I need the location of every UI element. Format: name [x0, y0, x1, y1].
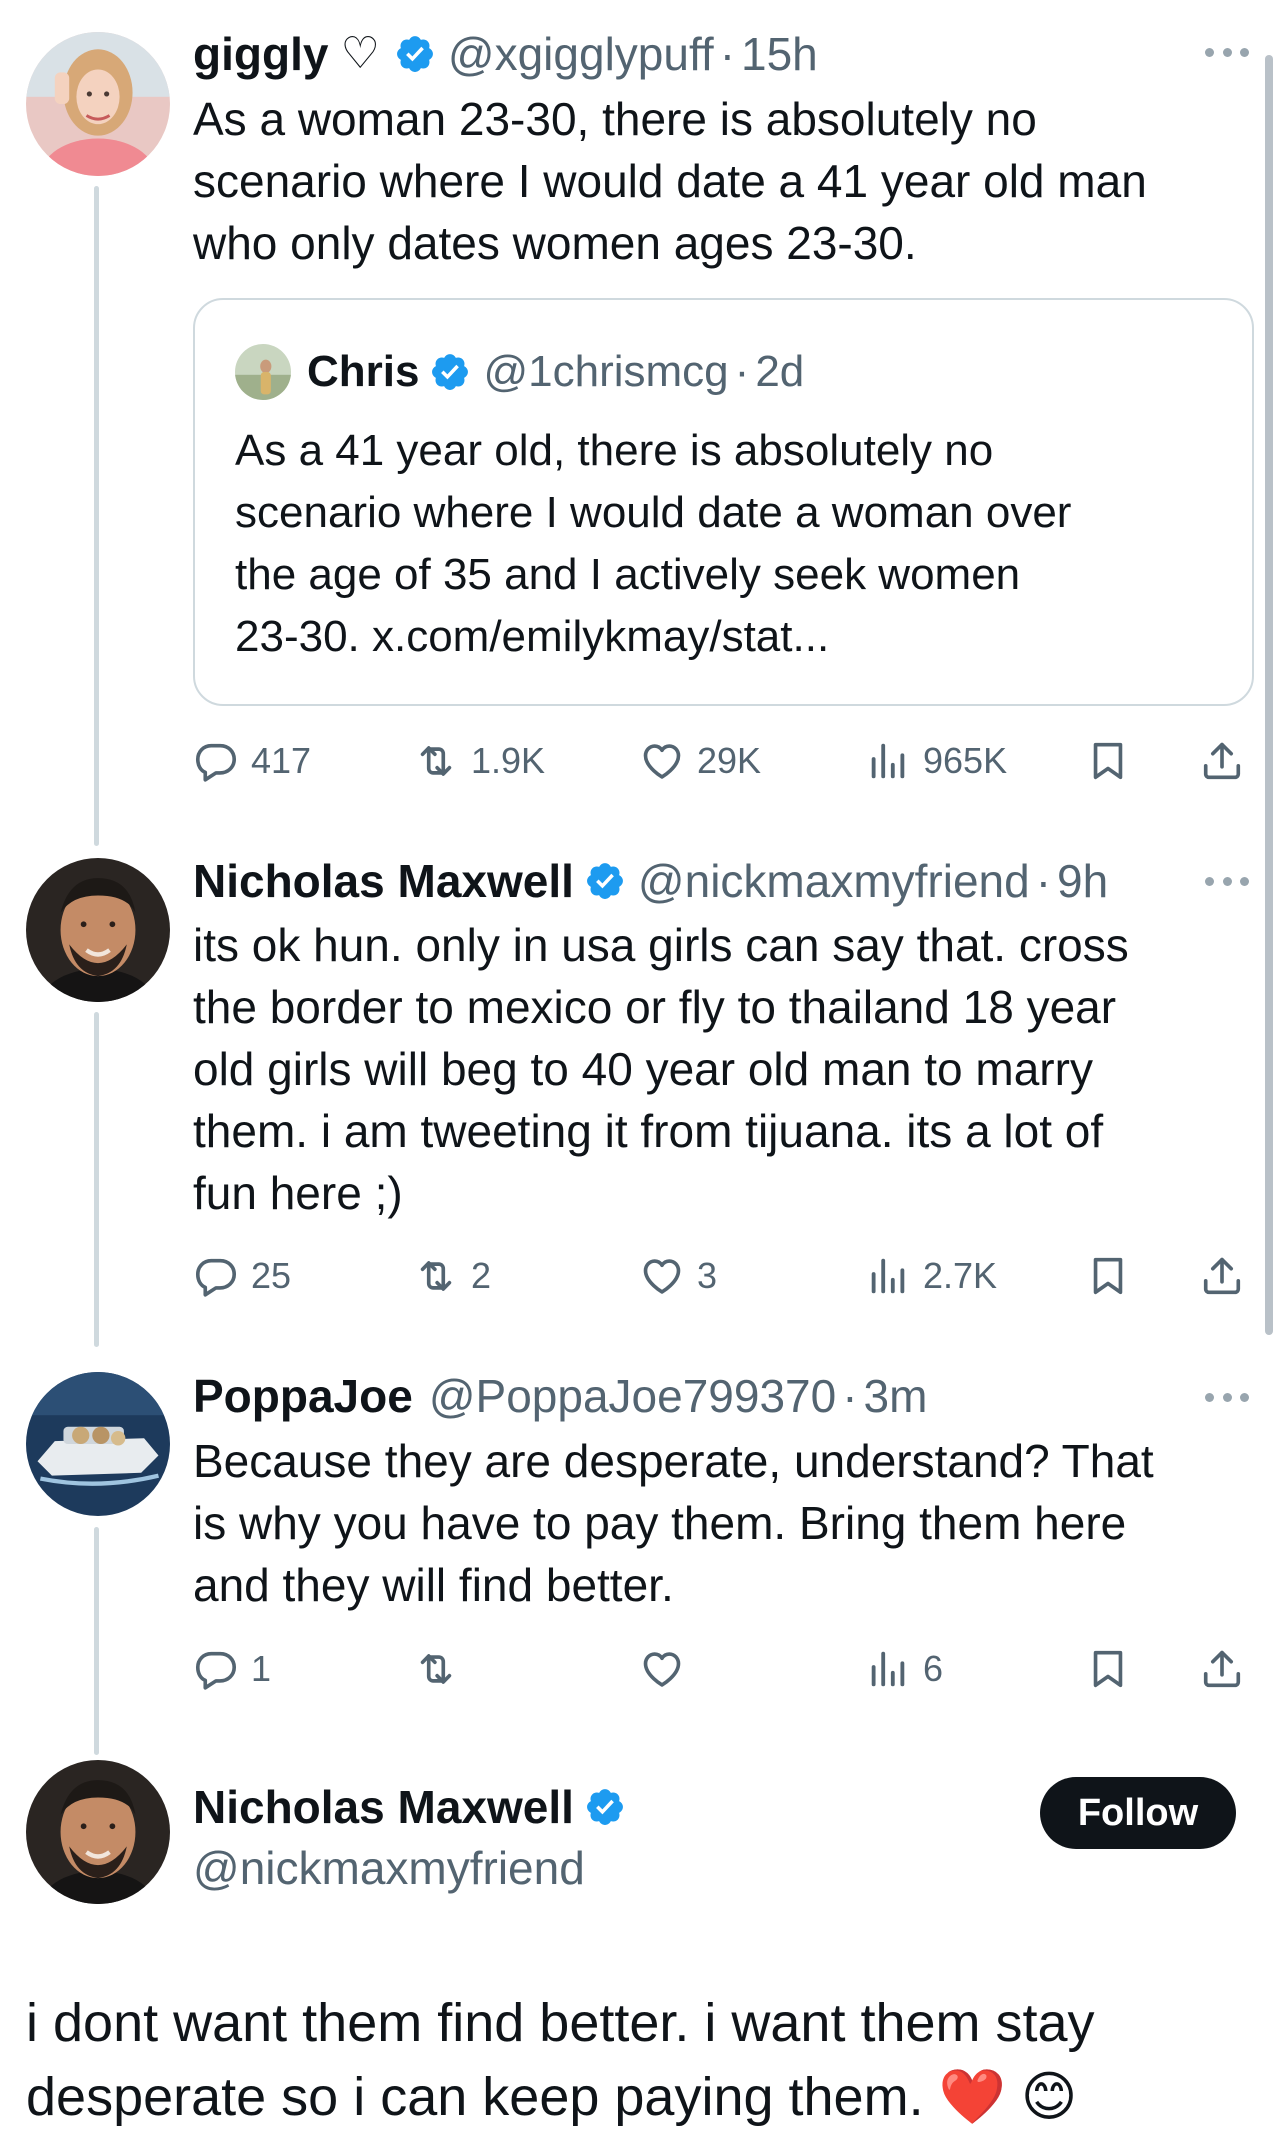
main-author-name-row: Nicholas Maxwell — [193, 1779, 638, 1835]
quote-text: As a 41 year old, there is absolutely no… — [235, 426, 1072, 661]
like-count: 3 — [697, 1255, 718, 1296]
bookmark-button[interactable] — [1085, 1248, 1131, 1304]
more-options-icon[interactable] — [1205, 874, 1249, 888]
quote-header: Chris @1chrismcg · 2d — [235, 344, 804, 400]
views-button[interactable]: 965K — [865, 733, 1007, 789]
views-count: 2.7K — [923, 1255, 998, 1296]
like-button[interactable]: 3 — [639, 1248, 717, 1304]
tweet-actions: 25 2 3 2.7K — [193, 1248, 1253, 1304]
verified-badge-icon — [394, 33, 436, 75]
tweet-text: Because they are desperate, understand? … — [193, 1435, 1154, 1611]
heart-outline-icon: ♡ — [340, 29, 380, 78]
tweet-header: PoppaJoe @PoppaJoe799370 · 3m — [193, 1368, 1193, 1424]
reply-button[interactable]: 25 — [193, 1248, 291, 1304]
tweet-actions: 417 1.9K 29K 965K — [193, 733, 1253, 789]
share-icon — [1199, 1253, 1245, 1299]
quote-timestamp: 2d — [755, 347, 805, 396]
thread-line — [94, 1012, 99, 1347]
author-handle[interactable]: @xgigglypuff — [448, 26, 714, 82]
repost-button[interactable]: 1.9K — [413, 733, 545, 789]
views-count: 6 — [923, 1648, 944, 1689]
quote-author-name: Chris — [307, 347, 420, 396]
views-icon — [865, 738, 911, 784]
timestamp[interactable]: 15h — [741, 26, 818, 82]
repost-button[interactable]: 2 — [413, 1248, 491, 1304]
follow-button[interactable]: Follow — [1040, 1777, 1236, 1849]
views-count: 965K — [923, 740, 1008, 781]
quoted-tweet[interactable]: Chris @1chrismcg · 2d As a 41 year old, … — [193, 298, 1254, 706]
reply-button[interactable]: 1 — [193, 1641, 271, 1697]
bookmark-button[interactable] — [1085, 1641, 1131, 1697]
separator-dot: · — [734, 347, 750, 396]
share-button[interactable] — [1199, 1641, 1245, 1697]
like-count: 29K — [697, 740, 762, 781]
thread-line — [94, 1527, 99, 1755]
tweet-text: As a woman 23-30, there is absolutely no… — [193, 93, 1147, 269]
bookmark-icon — [1085, 1253, 1131, 1299]
quote-avatar — [235, 344, 291, 400]
main-tweet-body: i dont want them find better. i want the… — [26, 1993, 1095, 2127]
separator-dot: · — [842, 1370, 858, 1422]
reply-count: 25 — [251, 1255, 292, 1296]
like-icon — [639, 738, 685, 784]
separator-dot: · — [1035, 855, 1052, 907]
avatar[interactable] — [26, 858, 170, 1002]
bookmark-icon — [1085, 1646, 1131, 1692]
more-options-icon[interactable] — [1205, 1390, 1249, 1404]
author-name[interactable]: Nicholas Maxwell — [193, 853, 574, 909]
smiling-face-emoji-icon: 😊 — [1020, 2067, 1078, 2127]
reply-icon — [193, 738, 239, 784]
quote-author-handle: @1chrismcg — [483, 347, 729, 396]
author-name[interactable]: PoppaJoe — [193, 1368, 413, 1424]
share-button[interactable] — [1199, 733, 1245, 789]
reply-icon — [193, 1253, 239, 1299]
share-icon — [1199, 1646, 1245, 1692]
repost-icon — [413, 1646, 459, 1692]
timestamp[interactable]: 3m — [864, 1368, 928, 1424]
separator-dot: · — [719, 28, 736, 80]
tweet-actions: 1 6 — [193, 1641, 1253, 1697]
more-options-icon[interactable] — [1205, 45, 1249, 59]
scrollbar[interactable] — [1265, 55, 1273, 1335]
main-tweet-text: i dont want them find better. i want the… — [26, 1986, 1256, 2134]
like-button[interactable]: 29K — [639, 733, 761, 789]
like-icon — [639, 1253, 685, 1299]
timestamp[interactable]: 9h — [1057, 853, 1108, 909]
repost-count: 1.9K — [471, 740, 546, 781]
tweet-header: Nicholas Maxwell @nickmaxmyfriend · 9h — [193, 853, 1193, 909]
avatar[interactable] — [26, 1760, 170, 1904]
views-button[interactable]: 6 — [865, 1641, 943, 1697]
repost-icon — [413, 738, 459, 784]
avatar[interactable] — [26, 1372, 170, 1516]
views-button[interactable]: 2.7K — [865, 1248, 997, 1304]
bookmark-button[interactable] — [1085, 733, 1131, 789]
author-handle[interactable]: @nickmaxmyfriend — [638, 853, 1030, 909]
author-handle[interactable]: @PoppaJoe799370 — [429, 1368, 836, 1424]
tweet-text: its ok hun. only in usa girls can say th… — [193, 919, 1129, 1219]
repost-icon — [413, 1253, 459, 1299]
repost-count: 2 — [471, 1255, 492, 1296]
verified-badge-icon — [584, 860, 626, 902]
reply-icon — [193, 1646, 239, 1692]
bookmark-icon — [1085, 738, 1131, 784]
author-name[interactable]: Nicholas Maxwell — [193, 1779, 574, 1835]
reply-count: 1 — [251, 1648, 272, 1689]
reply-button[interactable]: 417 — [193, 733, 311, 789]
author-handle[interactable]: @nickmaxmyfriend — [193, 1840, 585, 1896]
views-icon — [865, 1253, 911, 1299]
avatar[interactable] — [26, 32, 170, 176]
tweet-header: giggly ♡ @xgigglypuff · 15h — [193, 26, 1193, 82]
views-icon — [865, 1646, 911, 1692]
verified-badge-icon — [584, 1786, 626, 1828]
author-name[interactable]: giggly — [193, 26, 328, 82]
share-icon — [1199, 738, 1245, 784]
like-button[interactable] — [639, 1641, 697, 1697]
like-icon — [639, 1646, 685, 1692]
share-button[interactable] — [1199, 1248, 1245, 1304]
verified-badge-icon — [429, 351, 471, 393]
repost-button[interactable] — [413, 1641, 471, 1697]
reply-count: 417 — [251, 740, 312, 781]
thread-line — [94, 186, 99, 846]
red-heart-emoji-icon: ❤️ — [938, 2067, 1006, 2127]
